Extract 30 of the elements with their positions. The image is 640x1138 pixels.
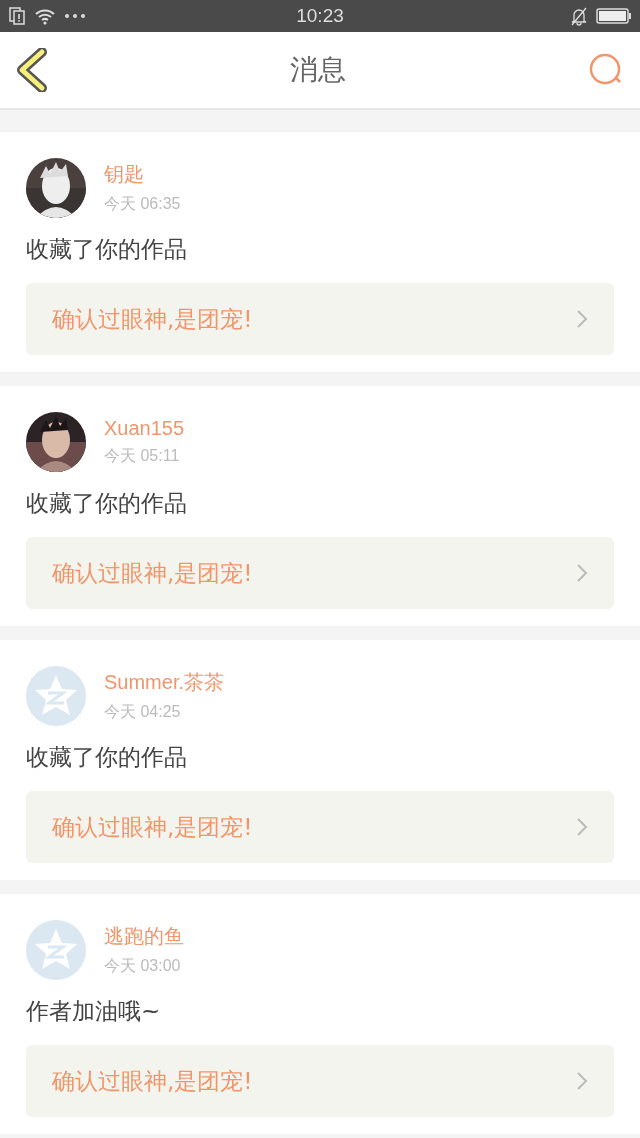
chevron-right-icon: [576, 309, 588, 329]
work-link[interactable]: 确认过眼神,是团宠!: [26, 1045, 614, 1117]
back-button[interactable]: [16, 48, 48, 92]
work-link[interactable]: 确认过眼神,是团宠!: [26, 791, 614, 863]
more-icon: [64, 13, 86, 19]
battery-icon: [596, 7, 632, 25]
message-text: 收藏了你的作品: [26, 743, 188, 772]
user-name[interactable]: 钥匙: [104, 161, 181, 188]
user-name[interactable]: Xuan155: [104, 417, 185, 440]
message-text: 收藏了你的作品: [26, 489, 188, 518]
default-avatar-icon: [26, 920, 86, 980]
work-link[interactable]: 确认过眼神,是团宠!: [26, 283, 614, 355]
default-avatar-icon: [26, 666, 86, 726]
notification-icon: [8, 7, 26, 25]
page-title: 消息: [290, 52, 346, 88]
chevron-right-icon: [576, 1071, 588, 1091]
message-time: 今天 03:00: [104, 956, 182, 976]
clock: 10:23: [296, 5, 344, 27]
muted-bell-icon: [570, 6, 588, 26]
message-time: 今天 06:35: [104, 194, 181, 214]
chevron-right-icon: [576, 817, 588, 837]
user-name[interactable]: 逃跑的鱼: [104, 923, 184, 950]
wifi-icon: [34, 7, 56, 25]
user-name[interactable]: Summer.茶茶: [104, 669, 225, 696]
work-link[interactable]: 确认过眼神,是团宠!: [26, 537, 614, 609]
message-time: 今天 04:25: [104, 702, 182, 722]
message-time: 今天 05:11: [104, 446, 181, 466]
message-text: 收藏了你的作品: [26, 235, 188, 264]
message-text: 作者加油哦~: [26, 997, 162, 1026]
chevron-right-icon: [576, 563, 588, 583]
